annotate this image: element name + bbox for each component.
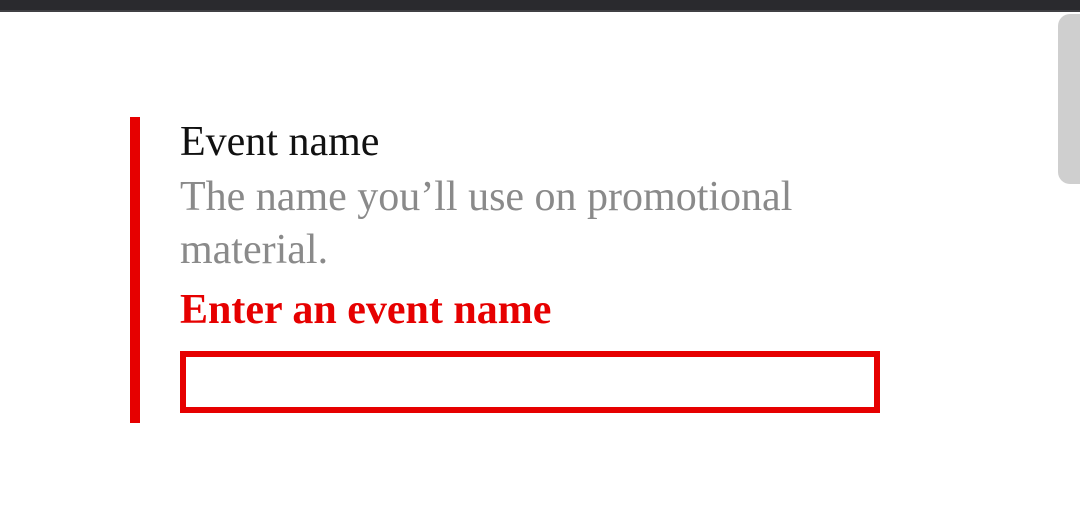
event-name-input[interactable] [180, 351, 880, 413]
form-content: Event name The name you’ll use on promot… [0, 12, 1080, 423]
event-name-group: Event name The name you’ll use on promot… [130, 117, 890, 423]
event-name-label: Event name [180, 117, 890, 167]
window-top-bar [0, 0, 1080, 12]
event-name-error: Enter an event name [180, 284, 890, 337]
event-name-hint: The name you’ll use on promotional mater… [180, 171, 890, 276]
